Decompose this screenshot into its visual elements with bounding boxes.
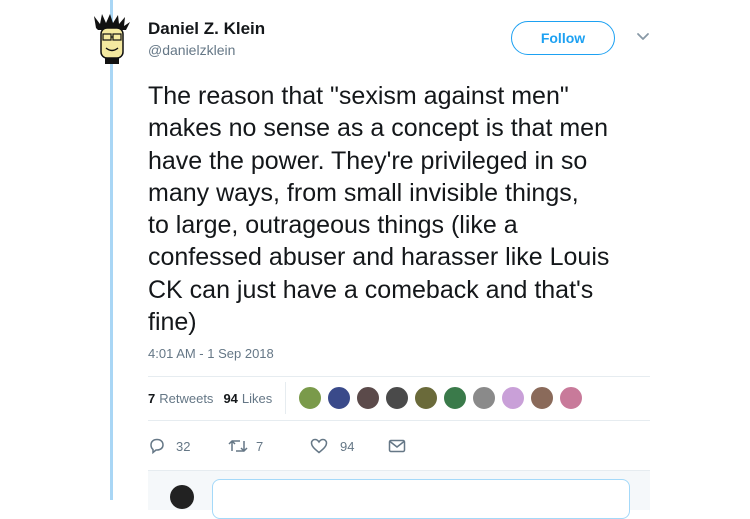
liker-avatar[interactable]: [501, 386, 525, 410]
tweet-timestamp[interactable]: 4:01 AM - 1 Sep 2018: [148, 346, 274, 361]
user-name[interactable]: Daniel Z. Klein: [148, 19, 265, 39]
reply-avatar: [170, 485, 194, 509]
liker-avatar[interactable]: [530, 386, 554, 410]
chevron-down-icon[interactable]: [636, 32, 650, 42]
liker-avatar[interactable]: [414, 386, 438, 410]
tweet-text: The reason that "sexism against men" mak…: [148, 82, 610, 337]
liker-avatar[interactable]: [298, 386, 322, 410]
likes-label[interactable]: Likes: [242, 391, 272, 406]
reply-count: 32: [176, 438, 191, 454]
retweet-icon: [228, 440, 248, 452]
divider: [148, 376, 650, 377]
direct-message-action[interactable]: [388, 439, 406, 453]
divider: [148, 420, 650, 421]
tweet-actions: 32 7 94: [148, 437, 406, 455]
user-handle[interactable]: @danielzklein: [148, 42, 235, 58]
likes-count[interactable]: 94: [223, 391, 237, 406]
heart-icon: [310, 438, 328, 454]
reply-action[interactable]: 32: [148, 437, 228, 455]
thread-line: [110, 0, 113, 500]
like-count: 94: [340, 438, 355, 454]
liker-avatar[interactable]: [443, 386, 467, 410]
liker-avatar[interactable]: [472, 386, 496, 410]
tweet-stats: 7 Retweets 94 Likes: [148, 391, 282, 406]
reply-icon: [150, 438, 164, 455]
like-action[interactable]: 94: [310, 438, 388, 454]
liker-avatar[interactable]: [356, 386, 380, 410]
envelope-icon: [388, 439, 406, 453]
retweets-label[interactable]: Retweets: [159, 391, 213, 406]
follow-button[interactable]: Follow: [511, 21, 615, 55]
liker-avatar[interactable]: [327, 386, 351, 410]
retweet-action[interactable]: 7: [228, 438, 310, 454]
reply-composer: [148, 470, 650, 519]
liker-avatars: [298, 386, 588, 410]
liker-avatar[interactable]: [559, 386, 583, 410]
liker-avatar[interactable]: [385, 386, 409, 410]
reply-input[interactable]: [212, 479, 630, 519]
avatar[interactable]: [92, 14, 132, 66]
stats-divider: [285, 382, 286, 414]
retweets-count[interactable]: 7: [148, 391, 155, 406]
retweet-count: 7: [256, 438, 264, 454]
